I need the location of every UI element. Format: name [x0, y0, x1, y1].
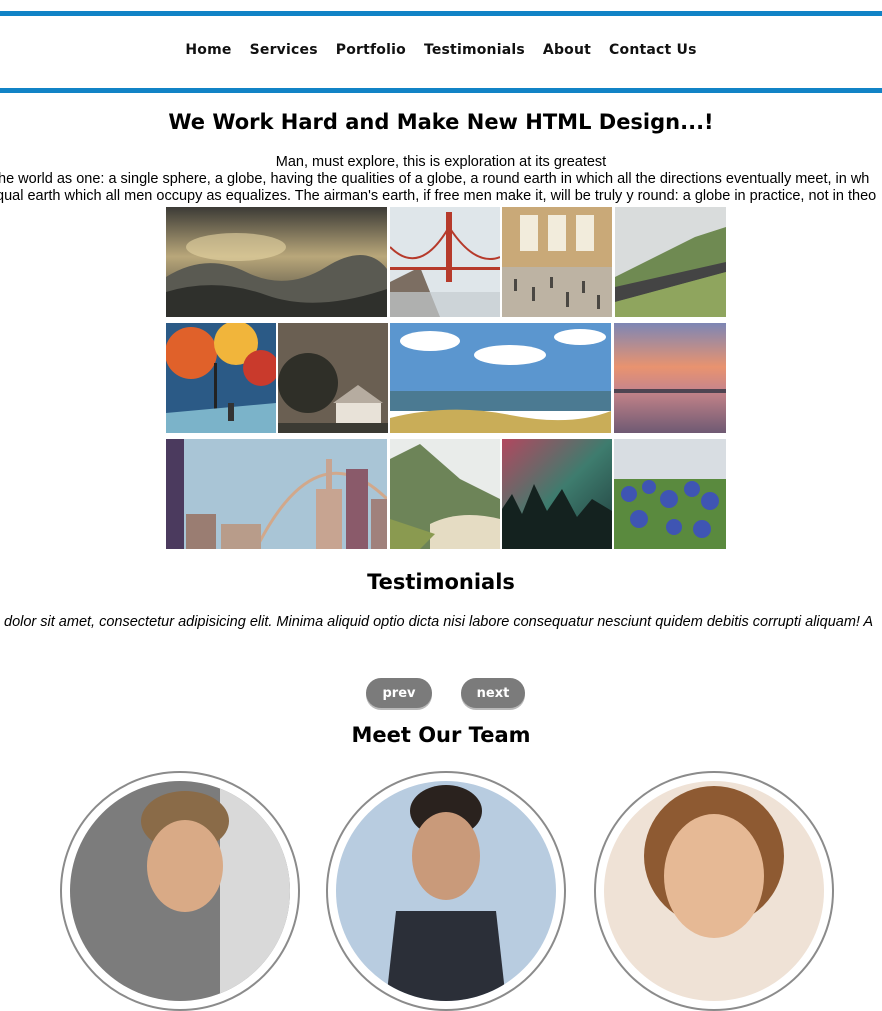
nav-portfolio[interactable]: Portfolio	[327, 42, 415, 58]
team-member-photo	[604, 781, 824, 1001]
team-member-avatar[interactable]	[594, 771, 834, 1011]
nav-testimonials[interactable]: Testimonials	[415, 42, 534, 58]
gallery-golden-gate-bridge[interactable]	[390, 207, 500, 317]
team-member-photo	[336, 781, 556, 1001]
prev-button[interactable]: prev	[366, 678, 432, 708]
main-nav: Home Services Portfolio Testimonials Abo…	[0, 42, 882, 58]
gallery-mountain-road[interactable]	[615, 207, 726, 317]
team-member-photo	[70, 781, 290, 1001]
team-member-avatar[interactable]	[326, 771, 566, 1011]
gallery-house-under-trees[interactable]	[278, 323, 388, 433]
team-title: Meet Our Team	[351, 723, 531, 747]
nav-home[interactable]: Home	[176, 42, 240, 58]
gallery-autumn-street-painting[interactable]	[166, 323, 276, 433]
next-button[interactable]: next	[461, 678, 525, 708]
intro-line-1: Man, must explore, this is exploration a…	[275, 154, 607, 170]
gallery-stormy-sea-painting[interactable]	[166, 207, 387, 317]
gallery-northern-lights[interactable]	[502, 439, 612, 549]
gallery-ocean-shore-clouds[interactable]	[390, 323, 611, 433]
hero-title: We Work Hard and Make New HTML Design...…	[168, 110, 714, 134]
top-accent-bar	[0, 11, 882, 16]
nav-contact-us[interactable]: Contact Us	[600, 42, 706, 58]
portfolio-gallery	[166, 207, 726, 549]
testimonials-title: Testimonials	[367, 570, 515, 594]
testimonial-quote: dolor sit amet, consectetur adipisicing …	[4, 614, 874, 630]
team-member-avatar[interactable]	[60, 771, 300, 1011]
nav-about[interactable]: About	[534, 42, 600, 58]
intro-line-3: qual earth which all men occupy as equal…	[0, 188, 877, 204]
nav-services[interactable]: Services	[241, 42, 327, 58]
bottom-accent-bar	[0, 88, 882, 93]
intro-text: Man, must explore, this is exploration a…	[0, 154, 882, 205]
gallery-mountain-beach[interactable]	[390, 439, 500, 549]
gallery-grand-central-station[interactable]	[502, 207, 612, 317]
gallery-sunset-lake[interactable]	[614, 323, 726, 433]
intro-line-2: the world as one: a single sphere, a glo…	[0, 171, 870, 187]
gallery-bluebonnet-flowers[interactable]	[614, 439, 726, 549]
gallery-city-rainbow[interactable]	[166, 439, 387, 549]
